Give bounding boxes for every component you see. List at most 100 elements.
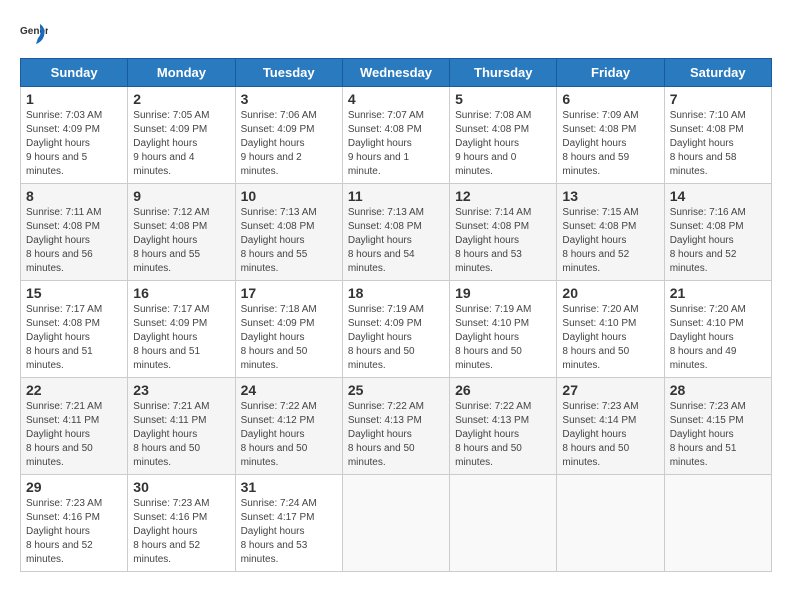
day-number: 9 <box>133 188 229 204</box>
calendar-cell: 27 Sunrise: 7:23 AMSunset: 4:14 PMDayligh… <box>557 378 664 475</box>
day-info: Sunrise: 7:20 AMSunset: 4:10 PMDaylight … <box>670 304 746 371</box>
week-row-2: 8Sunrise: 7:11 AMSunset: 4:08 PMDaylight… <box>21 184 772 281</box>
day-info: Sunrise: 7:24 AMSunset: 4:17 PMDaylight … <box>241 498 317 565</box>
day-info: Sunrise: 7:18 AMSunset: 4:09 PMDaylight … <box>241 304 317 371</box>
day-number: 13 <box>562 188 658 204</box>
calendar-cell: 18 Sunrise: 7:19 AMSunset: 4:09 PMDayligh… <box>342 281 449 378</box>
day-info: Sunrise: 7:21 AMSunset: 4:11 PMDaylight … <box>26 401 102 468</box>
day-number: 29 <box>26 479 122 495</box>
day-number: 28 <box>670 382 766 398</box>
week-row-5: 29 Sunrise: 7:23 AMSunset: 4:16 PMDayligh… <box>21 475 772 572</box>
day-number: 31 <box>241 479 337 495</box>
header-day-monday: Monday <box>128 59 235 87</box>
header-row: SundayMondayTuesdayWednesdayThursdayFrid… <box>21 59 772 87</box>
day-number: 11 <box>348 188 444 204</box>
calendar-table: SundayMondayTuesdayWednesdayThursdayFrid… <box>20 58 772 572</box>
day-info: Sunrise: 7:13 AMSunset: 4:08 PMDaylight … <box>348 207 424 274</box>
calendar-cell <box>450 475 557 572</box>
calendar-cell: 31 Sunrise: 7:24 AMSunset: 4:17 PMDayligh… <box>235 475 342 572</box>
logo: General <box>20 20 52 48</box>
day-info: Sunrise: 7:19 AMSunset: 4:09 PMDaylight … <box>348 304 424 371</box>
calendar-cell: 5Sunrise: 7:08 AMSunset: 4:08 PMDaylight… <box>450 87 557 184</box>
calendar-cell: 25Sunrise: 7:22 AMSunset: 4:13 PMDayligh… <box>342 378 449 475</box>
calendar-cell: 13 Sunrise: 7:15 AMSunset: 4:08 PMDayligh… <box>557 184 664 281</box>
calendar-header: SundayMondayTuesdayWednesdayThursdayFrid… <box>21 59 772 87</box>
day-info: Sunrise: 7:14 AMSunset: 4:08 PMDaylight … <box>455 207 531 274</box>
calendar-cell: 28 Sunrise: 7:23 AMSunset: 4:15 PMDayligh… <box>664 378 771 475</box>
day-number: 22 <box>26 382 122 398</box>
calendar-cell: 8Sunrise: 7:11 AMSunset: 4:08 PMDaylight… <box>21 184 128 281</box>
calendar-cell: 21 Sunrise: 7:20 AMSunset: 4:10 PMDayligh… <box>664 281 771 378</box>
week-row-4: 22 Sunrise: 7:21 AMSunset: 4:11 PMDayligh… <box>21 378 772 475</box>
week-row-1: 1 Sunrise: 7:03 AMSunset: 4:09 PMDaylight… <box>21 87 772 184</box>
day-info: Sunrise: 7:22 AMSunset: 4:13 PMDaylight … <box>348 401 424 468</box>
day-info: Sunrise: 7:23 AMSunset: 4:15 PMDaylight … <box>670 401 746 468</box>
day-number: 21 <box>670 285 766 301</box>
day-number: 6 <box>562 91 658 107</box>
calendar-cell: 3Sunrise: 7:06 AMSunset: 4:09 PMDaylight… <box>235 87 342 184</box>
calendar-cell: 30 Sunrise: 7:23 AMSunset: 4:16 PMDayligh… <box>128 475 235 572</box>
calendar-cell: 26 Sunrise: 7:22 AMSunset: 4:13 PMDayligh… <box>450 378 557 475</box>
calendar-cell: 2 Sunrise: 7:05 AMSunset: 4:09 PMDaylight… <box>128 87 235 184</box>
day-number: 4 <box>348 91 444 107</box>
calendar-cell: 29 Sunrise: 7:23 AMSunset: 4:16 PMDayligh… <box>21 475 128 572</box>
week-row-3: 15 Sunrise: 7:17 AMSunset: 4:08 PMDayligh… <box>21 281 772 378</box>
day-info: Sunrise: 7:07 AMSunset: 4:08 PMDaylight … <box>348 110 424 177</box>
day-number: 15 <box>26 285 122 301</box>
day-info: Sunrise: 7:05 AMSunset: 4:09 PMDaylight … <box>133 110 209 177</box>
calendar-cell: 10Sunrise: 7:13 AMSunset: 4:08 PMDayligh… <box>235 184 342 281</box>
day-number: 27 <box>562 382 658 398</box>
day-info: Sunrise: 7:10 AMSunset: 4:08 PMDaylight … <box>670 110 746 177</box>
calendar-cell: 20Sunrise: 7:20 AMSunset: 4:10 PMDayligh… <box>557 281 664 378</box>
day-info: Sunrise: 7:03 AMSunset: 4:09 PMDaylight … <box>26 110 102 177</box>
calendar-cell: 24Sunrise: 7:22 AMSunset: 4:12 PMDayligh… <box>235 378 342 475</box>
day-info: Sunrise: 7:15 AMSunset: 4:08 PMDaylight … <box>562 207 638 274</box>
day-info: Sunrise: 7:16 AMSunset: 4:08 PMDaylight … <box>670 207 746 274</box>
calendar-cell: 14 Sunrise: 7:16 AMSunset: 4:08 PMDayligh… <box>664 184 771 281</box>
calendar-cell: 22 Sunrise: 7:21 AMSunset: 4:11 PMDayligh… <box>21 378 128 475</box>
calendar-cell: 12 Sunrise: 7:14 AMSunset: 4:08 PMDayligh… <box>450 184 557 281</box>
logo-icon: General <box>20 20 48 48</box>
calendar-cell <box>557 475 664 572</box>
day-number: 19 <box>455 285 551 301</box>
day-number: 23 <box>133 382 229 398</box>
day-info: Sunrise: 7:06 AMSunset: 4:09 PMDaylight … <box>241 110 317 177</box>
calendar-cell: 6Sunrise: 7:09 AMSunset: 4:08 PMDaylight… <box>557 87 664 184</box>
day-number: 1 <box>26 91 122 107</box>
day-number: 20 <box>562 285 658 301</box>
calendar-cell: 9 Sunrise: 7:12 AMSunset: 4:08 PMDaylight… <box>128 184 235 281</box>
day-number: 30 <box>133 479 229 495</box>
day-info: Sunrise: 7:22 AMSunset: 4:13 PMDaylight … <box>455 401 531 468</box>
day-number: 18 <box>348 285 444 301</box>
calendar-cell: 23Sunrise: 7:21 AMSunset: 4:11 PMDayligh… <box>128 378 235 475</box>
calendar-cell: 4 Sunrise: 7:07 AMSunset: 4:08 PMDaylight… <box>342 87 449 184</box>
day-number: 5 <box>455 91 551 107</box>
header-day-thursday: Thursday <box>450 59 557 87</box>
day-number: 17 <box>241 285 337 301</box>
calendar-cell <box>342 475 449 572</box>
calendar-cell: 19Sunrise: 7:19 AMSunset: 4:10 PMDayligh… <box>450 281 557 378</box>
calendar-cell: 15 Sunrise: 7:17 AMSunset: 4:08 PMDayligh… <box>21 281 128 378</box>
calendar-cell: 11 Sunrise: 7:13 AMSunset: 4:08 PMDayligh… <box>342 184 449 281</box>
header: General <box>20 20 772 48</box>
day-number: 26 <box>455 382 551 398</box>
day-info: Sunrise: 7:23 AMSunset: 4:16 PMDaylight … <box>133 498 209 565</box>
calendar-cell: 17 Sunrise: 7:18 AMSunset: 4:09 PMDayligh… <box>235 281 342 378</box>
day-info: Sunrise: 7:23 AMSunset: 4:14 PMDaylight … <box>562 401 638 468</box>
calendar-cell: 1 Sunrise: 7:03 AMSunset: 4:09 PMDaylight… <box>21 87 128 184</box>
calendar-body: 1 Sunrise: 7:03 AMSunset: 4:09 PMDaylight… <box>21 87 772 572</box>
day-number: 14 <box>670 188 766 204</box>
day-info: Sunrise: 7:17 AMSunset: 4:08 PMDaylight … <box>26 304 102 371</box>
day-info: Sunrise: 7:23 AMSunset: 4:16 PMDaylight … <box>26 498 102 565</box>
day-number: 2 <box>133 91 229 107</box>
header-day-saturday: Saturday <box>664 59 771 87</box>
calendar-cell: 16 Sunrise: 7:17 AMSunset: 4:09 PMDayligh… <box>128 281 235 378</box>
day-number: 10 <box>241 188 337 204</box>
calendar-cell: 7Sunrise: 7:10 AMSunset: 4:08 PMDaylight… <box>664 87 771 184</box>
day-number: 16 <box>133 285 229 301</box>
header-day-wednesday: Wednesday <box>342 59 449 87</box>
day-info: Sunrise: 7:17 AMSunset: 4:09 PMDaylight … <box>133 304 209 371</box>
day-info: Sunrise: 7:22 AMSunset: 4:12 PMDaylight … <box>241 401 317 468</box>
day-info: Sunrise: 7:12 AMSunset: 4:08 PMDaylight … <box>133 207 209 274</box>
day-number: 12 <box>455 188 551 204</box>
